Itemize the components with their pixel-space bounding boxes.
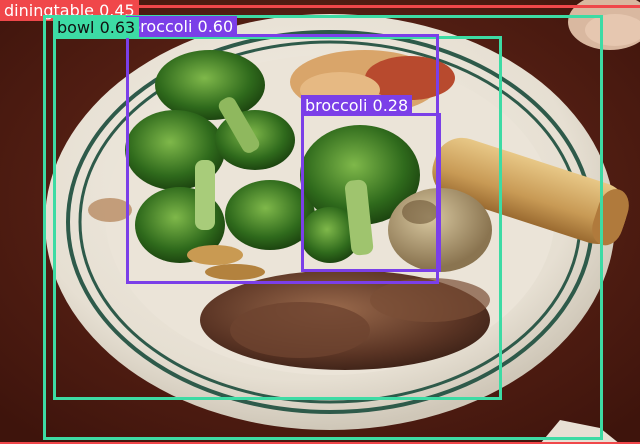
bowl-label: bowl 0.63 bbox=[53, 17, 140, 38]
detection-canvas: diningtable 0.45 broccoli 0.60 bowl 0.63… bbox=[0, 0, 640, 444]
broccoli-large-label: broccoli 0.60 bbox=[126, 16, 238, 37]
broccoli-small-bounding-box bbox=[301, 113, 441, 272]
broccoli-small-label: broccoli 0.28 bbox=[301, 95, 413, 116]
